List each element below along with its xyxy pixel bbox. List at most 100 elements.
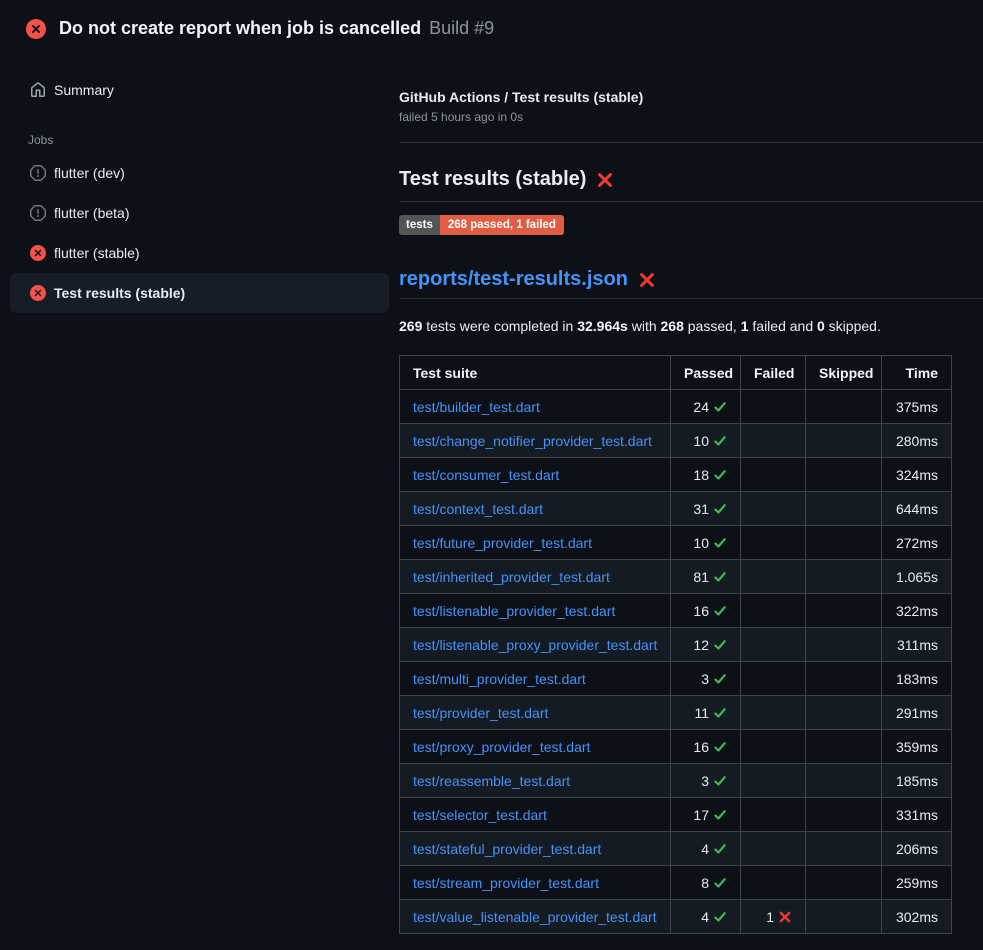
time-cell: 324ms (882, 458, 952, 492)
column-header-failed: Failed (741, 356, 806, 390)
check-icon (713, 502, 727, 516)
table-row: test/consumer_test.dart 18 324ms (400, 458, 952, 492)
summary-segment: tests were completed in (422, 318, 577, 334)
check-icon (713, 638, 727, 652)
skipped-cell (806, 866, 882, 900)
summary-segment: skipped. (825, 318, 881, 334)
failed-cell (741, 390, 806, 424)
test-suite-cell: test/proxy_provider_test.dart (400, 730, 671, 764)
failed-cell (741, 628, 806, 662)
table-row: test/selector_test.dart 17 331ms (400, 798, 952, 832)
sidebar-job-item[interactable]: flutter (dev) (10, 153, 389, 193)
test-suite-cell: test/consumer_test.dart (400, 458, 671, 492)
job-label: Test results (stable) (54, 285, 185, 301)
table-row: test/reassemble_test.dart 3 185ms (400, 764, 952, 798)
badge-value: 268 passed, 1 failed (440, 215, 564, 235)
count-value: 3 (701, 773, 709, 789)
skipped-cell (806, 764, 882, 798)
sidebar-item-summary[interactable]: Summary (10, 77, 389, 103)
skipped-cell (806, 662, 882, 696)
test-suite-cell: test/value_listenable_provider_test.dart (400, 900, 671, 934)
sidebar-job-item[interactable]: flutter (stable) (10, 233, 389, 273)
skipped-cell (806, 458, 882, 492)
passed-cell: 12 (671, 628, 741, 662)
summary-label: Summary (54, 82, 114, 98)
test-suite-cell: test/selector_test.dart (400, 798, 671, 832)
test-suite-link[interactable]: test/future_provider_test.dart (413, 535, 592, 551)
count-value: 11 (694, 705, 709, 721)
time-cell: 206ms (882, 832, 952, 866)
time-cell: 302ms (882, 900, 952, 934)
check-icon (713, 570, 727, 584)
test-suite-cell: test/future_provider_test.dart (400, 526, 671, 560)
passed-cell: 18 (671, 458, 741, 492)
failed-cell (741, 560, 806, 594)
check-icon (713, 910, 727, 924)
check-icon (713, 808, 727, 822)
failed-cell (741, 832, 806, 866)
check-icon (713, 774, 727, 788)
test-suite-link[interactable]: test/consumer_test.dart (413, 467, 559, 483)
test-suite-cell: test/stream_provider_test.dart (400, 866, 671, 900)
summary-segment: 269 (399, 318, 422, 334)
test-suite-link[interactable]: test/stream_provider_test.dart (413, 875, 599, 891)
cross-mark-icon (638, 271, 656, 289)
test-suite-link[interactable]: test/provider_test.dart (413, 705, 548, 721)
test-suite-link[interactable]: test/listenable_provider_test.dart (413, 603, 615, 619)
test-suite-link[interactable]: test/listenable_proxy_provider_test.dart (413, 637, 657, 653)
table-row: test/listenable_proxy_provider_test.dart… (400, 628, 952, 662)
time-cell: 272ms (882, 526, 952, 560)
failed-cell (741, 696, 806, 730)
failed-cell (741, 730, 806, 764)
main-layout: Summary Jobs flutter (dev) flutter (beta… (0, 53, 983, 934)
table-header-row: Test suite Passed Failed Skipped Time (400, 356, 952, 390)
column-header-time: Time (882, 356, 952, 390)
table-row: test/builder_test.dart 24 375ms (400, 390, 952, 424)
test-suite-link[interactable]: test/multi_provider_test.dart (413, 671, 586, 687)
summary-segment: failed and (749, 318, 818, 334)
test-suite-link[interactable]: test/value_listenable_provider_test.dart (413, 909, 657, 925)
skipped-cell (806, 832, 882, 866)
time-cell: 375ms (882, 390, 952, 424)
summary-segment: 1 (741, 318, 749, 334)
failed-cell: 1 (741, 900, 806, 934)
job-label: flutter (dev) (54, 165, 125, 181)
report-heading: reports/test-results.json (399, 268, 983, 291)
test-suite-cell: test/inherited_provider_test.dart (400, 560, 671, 594)
sidebar-job-item[interactable]: flutter (beta) (10, 193, 389, 233)
passed-cell: 10 (671, 526, 741, 560)
skipped-cell (806, 900, 882, 934)
test-suite-link[interactable]: test/selector_test.dart (413, 807, 547, 823)
skipped-cell (806, 696, 882, 730)
time-cell: 259ms (882, 866, 952, 900)
test-suite-cell: test/provider_test.dart (400, 696, 671, 730)
report-file-link[interactable]: reports/test-results.json (399, 268, 628, 291)
summary-segment: 268 (661, 318, 684, 334)
test-suite-link[interactable]: test/reassemble_test.dart (413, 773, 570, 789)
check-icon (713, 876, 727, 890)
failed-cell (741, 798, 806, 832)
table-row: test/stateful_provider_test.dart 4 206ms (400, 832, 952, 866)
failed-cell (741, 866, 806, 900)
failed-cell (741, 764, 806, 798)
test-suite-link[interactable]: test/change_notifier_provider_test.dart (413, 433, 652, 449)
passed-cell: 11 (671, 696, 741, 730)
count-value: 1 (766, 909, 774, 925)
test-suite-link[interactable]: test/builder_test.dart (413, 399, 540, 415)
test-suite-link[interactable]: test/proxy_provider_test.dart (413, 739, 590, 755)
skipped-cell (806, 798, 882, 832)
test-suite-cell: test/builder_test.dart (400, 390, 671, 424)
divider (399, 142, 983, 143)
passed-cell: 4 (671, 832, 741, 866)
test-suite-link[interactable]: test/context_test.dart (413, 501, 543, 517)
divider (399, 298, 983, 299)
time-cell: 1.065s (882, 560, 952, 594)
sidebar-job-item[interactable]: Test results (stable) (10, 273, 389, 313)
time-cell: 280ms (882, 424, 952, 458)
count-value: 18 (693, 467, 709, 483)
cross-mark-icon (596, 171, 614, 189)
test-suite-link[interactable]: test/inherited_provider_test.dart (413, 569, 610, 585)
passed-cell: 17 (671, 798, 741, 832)
x-circle-icon (30, 285, 46, 301)
test-suite-link[interactable]: test/stateful_provider_test.dart (413, 841, 601, 857)
